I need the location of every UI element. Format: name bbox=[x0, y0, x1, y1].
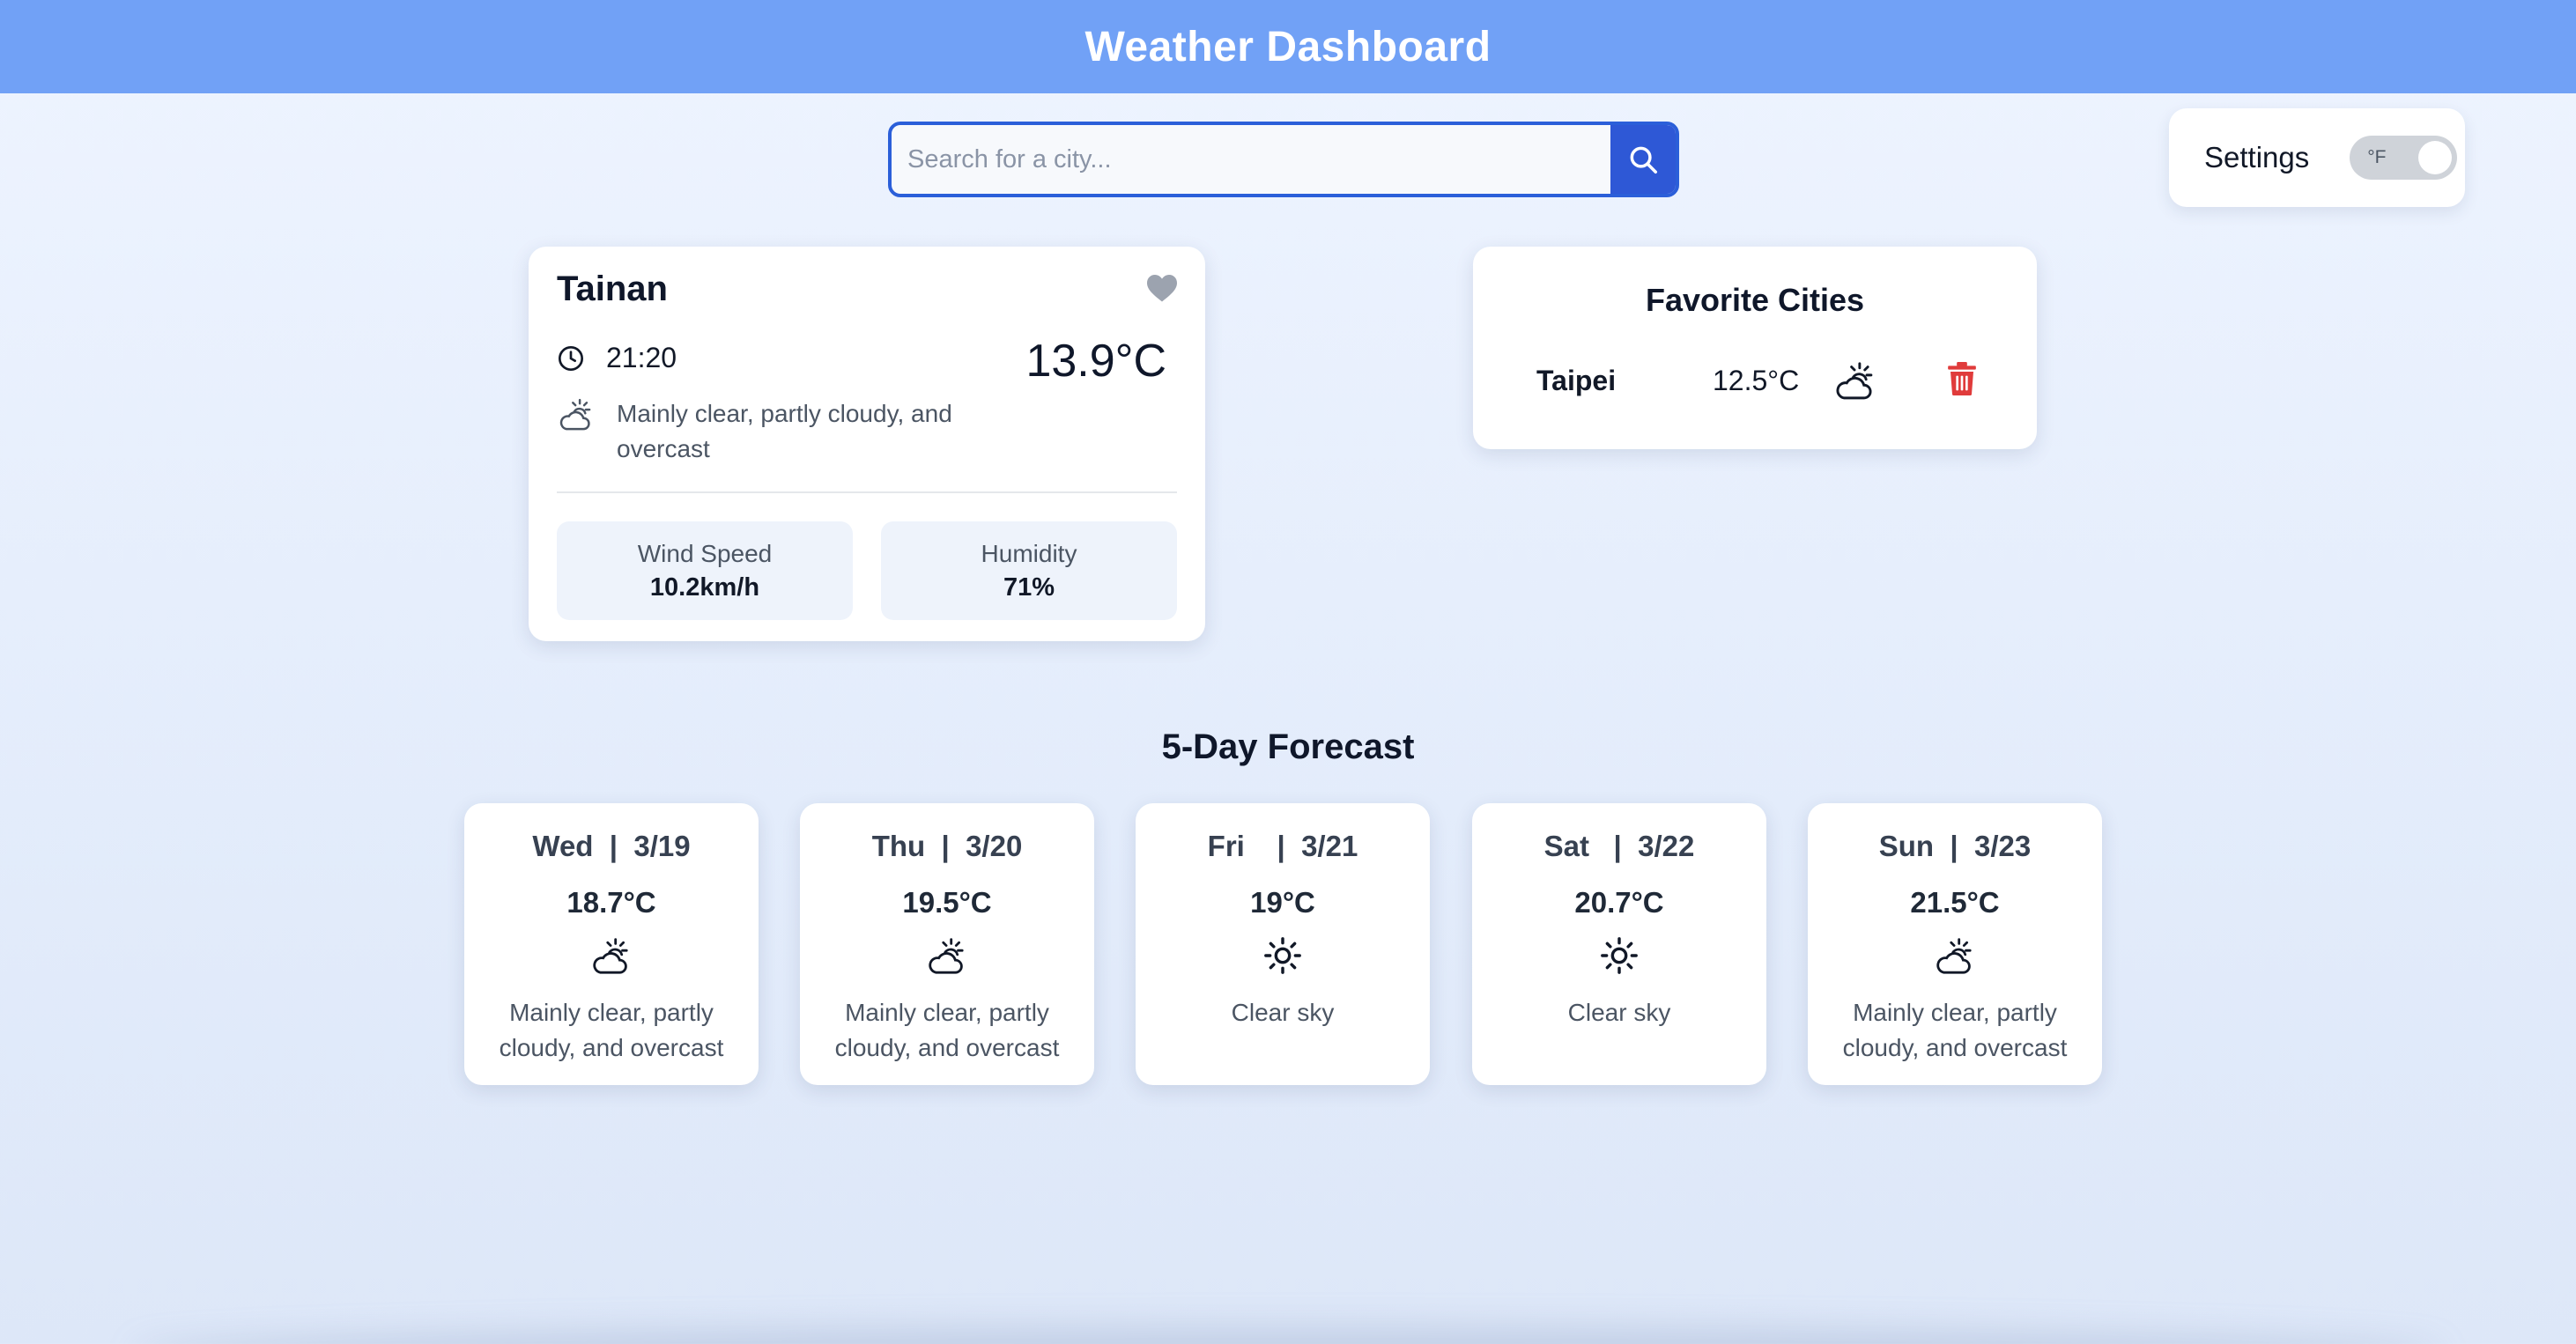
partly-cloudy-icon bbox=[1936, 938, 1972, 974]
current-weather-card: Tainan 21:20 13.9°C Mainly clear, partly… bbox=[529, 247, 1205, 641]
wind-speed-label: Wind Speed bbox=[637, 539, 773, 567]
trash-icon bbox=[1948, 362, 1976, 395]
forecast-date: Fri | 3/21 bbox=[1207, 830, 1358, 862]
unit-toggle-label: °F bbox=[2367, 147, 2387, 167]
favorite-city-row[interactable]: Taipei 12.5°C bbox=[1473, 352, 2037, 416]
search-icon bbox=[1630, 146, 1657, 174]
unit-toggle[interactable]: °F bbox=[2350, 136, 2458, 180]
heart-icon bbox=[1147, 275, 1177, 302]
forecast-description: Clear sky bbox=[1231, 999, 1335, 1026]
forecast-date: Thu | 3/20 bbox=[871, 830, 1023, 862]
search-button[interactable] bbox=[1610, 125, 1676, 194]
forecast-icon-wrap bbox=[1808, 935, 2102, 979]
forecast-date: Sat | 3/22 bbox=[1543, 830, 1695, 862]
partly-cloudy-icon bbox=[1836, 362, 1873, 400]
forecast-card: Sun | 3/23 21.5°C Mainly clear, partly c… bbox=[1808, 803, 2102, 1085]
forecast-icon-wrap bbox=[464, 935, 759, 979]
forecast-card: Sat | 3/22 20.7°C Clear sky bbox=[1472, 803, 1766, 1085]
forecast-icon-wrap bbox=[800, 935, 1094, 979]
footer-shadow bbox=[132, 1326, 2444, 1344]
forecast-description: Mainly clear, partly cloudy, and overcas… bbox=[834, 999, 1060, 1061]
wind-speed-value: 10.2km/h bbox=[649, 572, 760, 602]
search-bar bbox=[888, 122, 1679, 197]
wind-speed-tile: Wind Speed 10.2km/h bbox=[557, 521, 853, 620]
forecast-icon-wrap bbox=[1136, 935, 1430, 976]
toggle-knob bbox=[2418, 141, 2453, 174]
current-temperature: 13.9°C bbox=[1025, 336, 1166, 387]
forecast-description: Mainly clear, partly cloudy, and overcas… bbox=[499, 999, 724, 1061]
clock-icon bbox=[559, 345, 583, 371]
forecast-card: Wed | 3/19 18.7°C Mainly clear, partly c… bbox=[464, 803, 759, 1085]
app-header: Weather Dashboard bbox=[0, 0, 2576, 93]
settings-label: Settings bbox=[2204, 141, 2310, 174]
sun-icon bbox=[1264, 937, 1301, 974]
favorite-button[interactable] bbox=[1145, 273, 1179, 307]
forecast-title: 5-Day Forecast bbox=[1161, 727, 1415, 766]
partly-cloudy-icon bbox=[593, 938, 628, 974]
search-input[interactable] bbox=[892, 125, 1610, 194]
forecast-card: Fri | 3/21 19°C Clear sky bbox=[1136, 803, 1430, 1085]
settings-panel: Settings °F bbox=[2169, 108, 2465, 207]
forecast-description: Clear sky bbox=[1567, 999, 1671, 1026]
forecast-temperature: 20.7°C bbox=[1574, 886, 1664, 919]
divider bbox=[557, 491, 1177, 493]
humidity-label: Humidity bbox=[981, 539, 1077, 567]
weather-description-row: Mainly clear, partly cloudy, and overcas… bbox=[557, 396, 1004, 467]
weather-description: Mainly clear, partly cloudy, and overcas… bbox=[617, 400, 952, 462]
forecast-card: Thu | 3/20 19.5°C Mainly clear, partly c… bbox=[800, 803, 1094, 1085]
forecast-temperature: 21.5°C bbox=[1910, 886, 2000, 919]
partly-cloudy-icon bbox=[559, 398, 591, 431]
favorite-city-name[interactable]: Taipei bbox=[1536, 365, 1616, 397]
delete-favorite-button[interactable] bbox=[1947, 361, 1977, 401]
sun-icon bbox=[1601, 937, 1638, 974]
favorites-title: Favorite Cities bbox=[1645, 282, 1865, 318]
local-time: 21:20 bbox=[557, 342, 677, 374]
partly-cloudy-icon bbox=[929, 938, 964, 974]
city-name: Tainan bbox=[557, 270, 668, 308]
time-value: 21:20 bbox=[606, 342, 677, 373]
forecast-date: Sun | 3/23 bbox=[1878, 830, 2032, 862]
forecast-temperature: 19°C bbox=[1250, 886, 1315, 919]
forecast-temperature: 18.7°C bbox=[566, 886, 656, 919]
favorite-city-temperature: 12.5°C bbox=[1713, 365, 1800, 396]
forecast-description: Mainly clear, partly cloudy, and overcas… bbox=[1842, 999, 2068, 1061]
humidity-value: 71% bbox=[1003, 572, 1055, 602]
forecast-temperature: 19.5°C bbox=[902, 886, 992, 919]
humidity-tile: Humidity 71% bbox=[881, 521, 1177, 620]
forecast-date: Wed | 3/19 bbox=[532, 830, 691, 862]
forecast-icon-wrap bbox=[1472, 935, 1766, 976]
favorite-cities-card: Favorite Cities Taipei 12.5°C bbox=[1473, 247, 2037, 449]
page-title: Weather Dashboard bbox=[1084, 23, 1492, 70]
